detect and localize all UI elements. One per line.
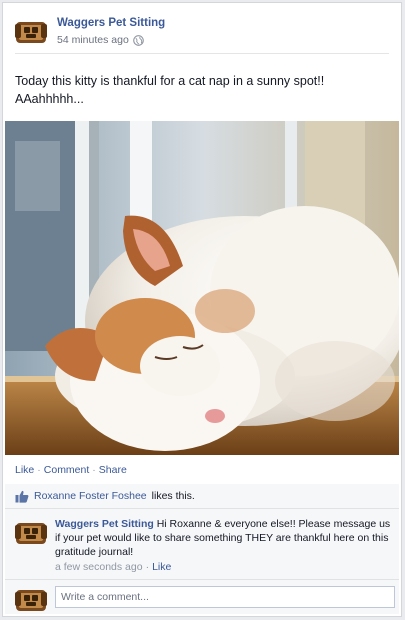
header-divider: [15, 53, 389, 54]
share-link[interactable]: Share: [99, 464, 127, 476]
comment-link[interactable]: Comment: [44, 464, 90, 476]
comment-timestamp[interactable]: a few seconds ago: [55, 560, 143, 574]
likes-summary: Roxanne Foster Foshee likes this.: [5, 484, 399, 509]
liker-name-link[interactable]: Roxanne Foster Foshee: [34, 490, 147, 502]
page-name-link[interactable]: Waggers Pet Sitting: [57, 17, 165, 29]
comment-avatar-icon[interactable]: [15, 517, 47, 549]
composer-avatar-icon: [15, 590, 47, 611]
thumbs-up-icon: [15, 490, 29, 503]
globe-icon[interactable]: [132, 34, 144, 46]
comment-input[interactable]: [55, 586, 395, 608]
feedback-section: Roxanne Foster Foshee likes this. Wagger…: [5, 484, 399, 614]
post-timestamp[interactable]: 54 minutes ago: [57, 34, 129, 46]
page-logo-icon[interactable]: [15, 19, 47, 45]
post-card: Waggers Pet Sitting 54 minutes ago Today…: [2, 2, 402, 617]
comment-composer: [5, 580, 399, 620]
comment-meta-separator: ·: [145, 561, 150, 573]
post-meta: 54 minutes ago: [57, 34, 144, 46]
like-link[interactable]: Like: [15, 464, 34, 476]
comment-item: Waggers Pet Sitting Hi Roxanne & everyon…: [5, 509, 399, 580]
comment-author-link[interactable]: Waggers Pet Sitting: [55, 518, 154, 530]
post-text: Today this kitty is thankful for a cat n…: [15, 74, 325, 106]
action-separator: ·: [92, 464, 96, 476]
comment-like-link[interactable]: Like: [152, 560, 171, 574]
comment-body: Waggers Pet Sitting Hi Roxanne & everyon…: [55, 517, 391, 574]
action-separator: ·: [37, 464, 41, 476]
comment-meta: a few seconds ago · Like: [55, 560, 391, 574]
sleeping-cat-photo[interactable]: [5, 121, 399, 455]
post-actions: Like · Comment · Share: [15, 464, 127, 476]
post-header: Waggers Pet Sitting 54 minutes ago: [15, 17, 391, 53]
likes-suffix: likes this.: [151, 490, 195, 502]
